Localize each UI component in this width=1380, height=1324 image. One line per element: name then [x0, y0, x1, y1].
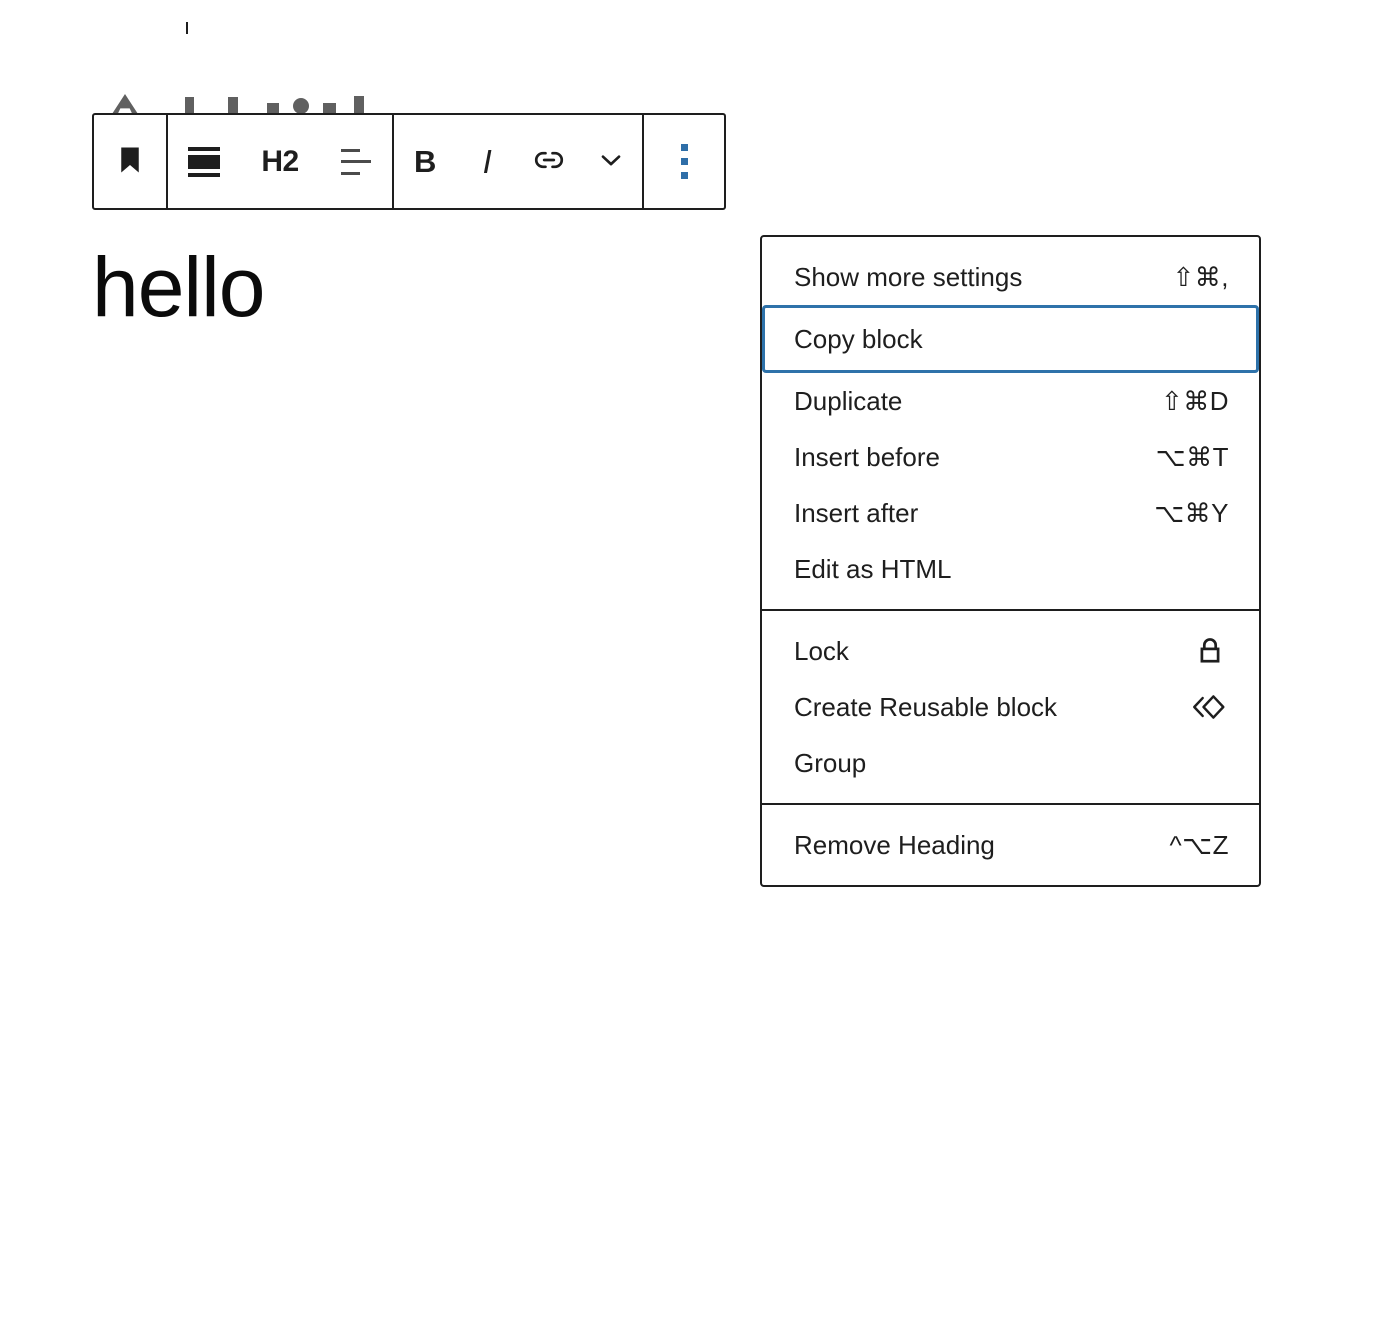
italic-label: I: [482, 143, 492, 180]
menu-item-shortcut: ⌥⌘Y: [1154, 498, 1229, 528]
bar-icon-5: [354, 96, 364, 114]
menu-item-duplicate[interactable]: Duplicate ⇧⌘D: [762, 373, 1259, 429]
block-type-button[interactable]: [94, 115, 166, 208]
menu-item-label: Show more settings: [794, 262, 1023, 292]
menu-item-copy-block[interactable]: Copy block: [762, 305, 1259, 373]
menu-section-remove: Remove Heading ^⌥Z: [762, 805, 1259, 885]
bold-label: B: [414, 144, 436, 179]
more-options-button[interactable]: [644, 115, 724, 208]
italic-button[interactable]: I: [456, 115, 518, 208]
heading-lines-icon: [188, 146, 220, 177]
bold-button[interactable]: B: [394, 115, 456, 208]
menu-item-shortcut: ⇧⌘,: [1172, 262, 1229, 292]
menu-item-create-reusable-block[interactable]: Create Reusable block: [762, 679, 1259, 735]
menu-item-group[interactable]: Group: [762, 735, 1259, 791]
menu-item-edit-as-html[interactable]: Edit as HTML: [762, 541, 1259, 597]
align-text-icon: [341, 148, 371, 175]
menu-section-block-tools: Lock Create Reusable block Group: [762, 611, 1259, 805]
menu-item-label: Edit as HTML: [794, 554, 952, 584]
chevron-down-icon: [595, 144, 627, 179]
menu-item-label: Lock: [794, 636, 849, 666]
paragraph-lines-button[interactable]: [168, 115, 240, 208]
menu-item-label: Remove Heading: [794, 830, 995, 860]
toolbar-group-heading: H2: [168, 115, 394, 208]
menu-item-label: Group: [794, 748, 867, 778]
block-bookmark-icon: [115, 143, 145, 180]
align-text-button[interactable]: [320, 115, 392, 208]
block-options-menu: Show more settings ⇧⌘, Copy block Duplic…: [760, 235, 1261, 887]
lock-icon: [1191, 632, 1229, 670]
menu-item-label: Insert before: [794, 442, 940, 472]
menu-item-label: Copy block: [794, 324, 923, 354]
menu-item-label: Create Reusable block: [794, 692, 1058, 722]
letter-a-icon: [112, 94, 138, 114]
heading-level-label: H2: [261, 144, 299, 178]
dot-icon: [293, 98, 309, 114]
heading-level-button[interactable]: H2: [240, 115, 320, 208]
clipped-toolbar-row-above: [92, 88, 848, 114]
block-toolbar: H2 B I: [92, 113, 726, 210]
bar-icon-1: [185, 97, 194, 114]
page-title[interactable]: hello: [92, 243, 265, 331]
link-button[interactable]: [518, 115, 580, 208]
menu-section-block-actions: Show more settings ⇧⌘, Copy block Duplic…: [762, 237, 1259, 611]
menu-item-lock[interactable]: Lock: [762, 623, 1259, 679]
link-icon: [532, 143, 566, 180]
toolbar-group-formatting: B I: [394, 115, 644, 208]
menu-item-label: Insert after: [794, 498, 919, 528]
more-options-icon: [680, 144, 688, 179]
bar-icon-2: [228, 97, 238, 114]
menu-item-insert-after[interactable]: Insert after ⌥⌘Y: [762, 485, 1259, 541]
menu-item-shortcut: ⌥⌘T: [1155, 442, 1229, 472]
menu-item-shortcut: ⇧⌘D: [1160, 386, 1229, 416]
more-rich-text-button[interactable]: [580, 115, 642, 208]
toolbar-divider-tick: [186, 22, 188, 34]
menu-item-label: Duplicate: [794, 386, 903, 416]
reusable-block-icon: [1191, 688, 1229, 726]
menu-item-shortcut: ^⌥Z: [1169, 830, 1229, 860]
toolbar-group-block-type: [94, 115, 168, 208]
menu-item-show-more-settings[interactable]: Show more settings ⇧⌘,: [762, 249, 1259, 305]
toolbar-group-options: [644, 115, 724, 208]
menu-item-insert-before[interactable]: Insert before ⌥⌘T: [762, 429, 1259, 485]
menu-item-remove-heading[interactable]: Remove Heading ^⌥Z: [762, 817, 1259, 873]
